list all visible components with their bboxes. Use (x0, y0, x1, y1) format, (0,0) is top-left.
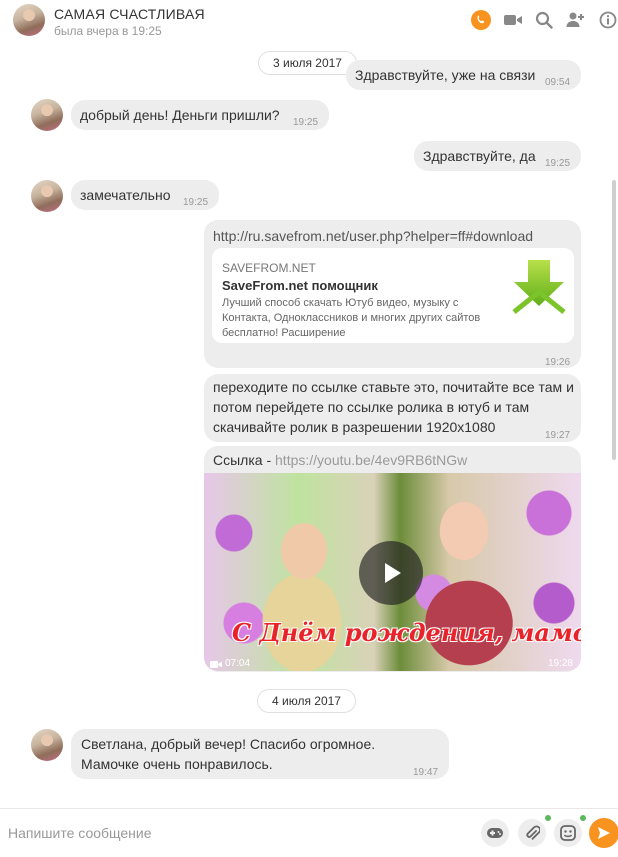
outgoing-message[interactable]: переходите по ссылке ставьте это, почита… (204, 374, 581, 442)
play-button[interactable] (359, 541, 423, 605)
last-seen-status: была вчера в 19:25 (54, 24, 162, 38)
message-input[interactable]: Напишите сообщение (8, 825, 152, 841)
date-separator: 3 июля 2017 (258, 51, 357, 75)
gamepad-icon[interactable] (481, 819, 509, 847)
contact-avatar[interactable] (13, 4, 45, 36)
message-time: 09:54 (545, 77, 571, 88)
emoji-status-dot (580, 815, 586, 821)
video-thumbnail[interactable]: С Днём рождения, мамочка! 07:04 19:28 (204, 473, 581, 671)
emoji-icon[interactable] (554, 819, 582, 847)
chat-header: САМАЯ СЧАСТЛИВАЯ была вчера в 19:25 (0, 0, 618, 40)
sender-avatar[interactable] (31, 729, 63, 761)
message-text-line1: Светлана, добрый вечер! Спасибо огромное… (81, 736, 376, 752)
download-arrow-icon (506, 254, 572, 318)
outgoing-video-message[interactable]: Ссылка - https://youtu.be/4ev9RB6tNGw С … (204, 446, 581, 672)
send-icon (598, 827, 610, 839)
message-time: 19:26 (545, 357, 571, 368)
composer-bar: Напишите сообщение (0, 808, 618, 857)
message-list[interactable]: 3 июля 2017 Здравствуйте, уже на связи 0… (0, 40, 610, 808)
message-text: Здравствуйте, да (423, 148, 536, 164)
message-text-line2: Мамочке очень понравилось. (81, 756, 273, 772)
message-link[interactable]: http://ru.savefrom.net/user.php?helper=f… (213, 226, 533, 246)
incoming-message[interactable]: добрый день! Деньги пришли? 19:25 (71, 100, 329, 130)
outgoing-message[interactable]: Здравствуйте, уже на связи 09:54 (346, 60, 581, 90)
add-user-icon[interactable] (564, 9, 586, 31)
sender-avatar[interactable] (31, 180, 63, 212)
search-icon[interactable] (533, 9, 555, 31)
link-prefix: Ссылка - (213, 452, 276, 468)
attach-icon[interactable] (518, 819, 546, 847)
message-text: Здравствуйте, уже на связи (355, 67, 536, 83)
message-time: 19:47 (413, 767, 439, 778)
scrollbar[interactable] (610, 40, 618, 808)
message-link[interactable]: https://youtu.be/4ev9RB6tNGw (275, 452, 467, 468)
message-text: замечательно (80, 187, 171, 203)
incoming-message[interactable]: замечательно 19:25 (71, 180, 219, 210)
message-text: добрый день! Деньги пришли? (80, 107, 280, 123)
outgoing-link-message[interactable]: http://ru.savefrom.net/user.php?helper=f… (204, 220, 581, 368)
preview-title: SaveFrom.net помощник (222, 278, 378, 293)
video-duration: 07:04 (210, 654, 250, 671)
call-icon[interactable] (470, 9, 492, 31)
video-call-icon[interactable] (502, 9, 524, 31)
sender-avatar[interactable] (31, 99, 63, 131)
preview-description: Лучший способ скачать Ютуб видео, музыку… (222, 297, 481, 338)
message-time: 19:28 (547, 658, 573, 669)
attach-status-dot (545, 815, 551, 821)
message-time: 19:25 (545, 158, 571, 169)
link-preview-card[interactable]: SAVEFROM.NET SaveFrom.net помощник Лучши… (212, 248, 574, 343)
camera-icon (210, 660, 222, 668)
message-time: 19:25 (293, 117, 319, 128)
message-text: переходите по ссылке ставьте это, почита… (213, 379, 574, 435)
preview-site: SAVEFROM.NET (222, 261, 316, 275)
duration-text: 07:04 (225, 658, 251, 669)
contact-name[interactable]: САМАЯ СЧАСТЛИВАЯ (54, 6, 205, 22)
incoming-message[interactable]: Светлана, добрый вечер! Спасибо огромное… (71, 729, 449, 779)
scrollbar-thumb[interactable] (612, 180, 616, 460)
info-icon[interactable] (597, 9, 618, 31)
message-time: 19:25 (183, 197, 209, 208)
video-caption: С Днём рождения, мамочка! (232, 618, 581, 647)
send-button[interactable] (589, 818, 618, 848)
message-time: 19:27 (545, 430, 571, 441)
outgoing-message[interactable]: Здравствуйте, да 19:25 (414, 141, 581, 171)
date-separator: 4 июля 2017 (257, 689, 356, 713)
